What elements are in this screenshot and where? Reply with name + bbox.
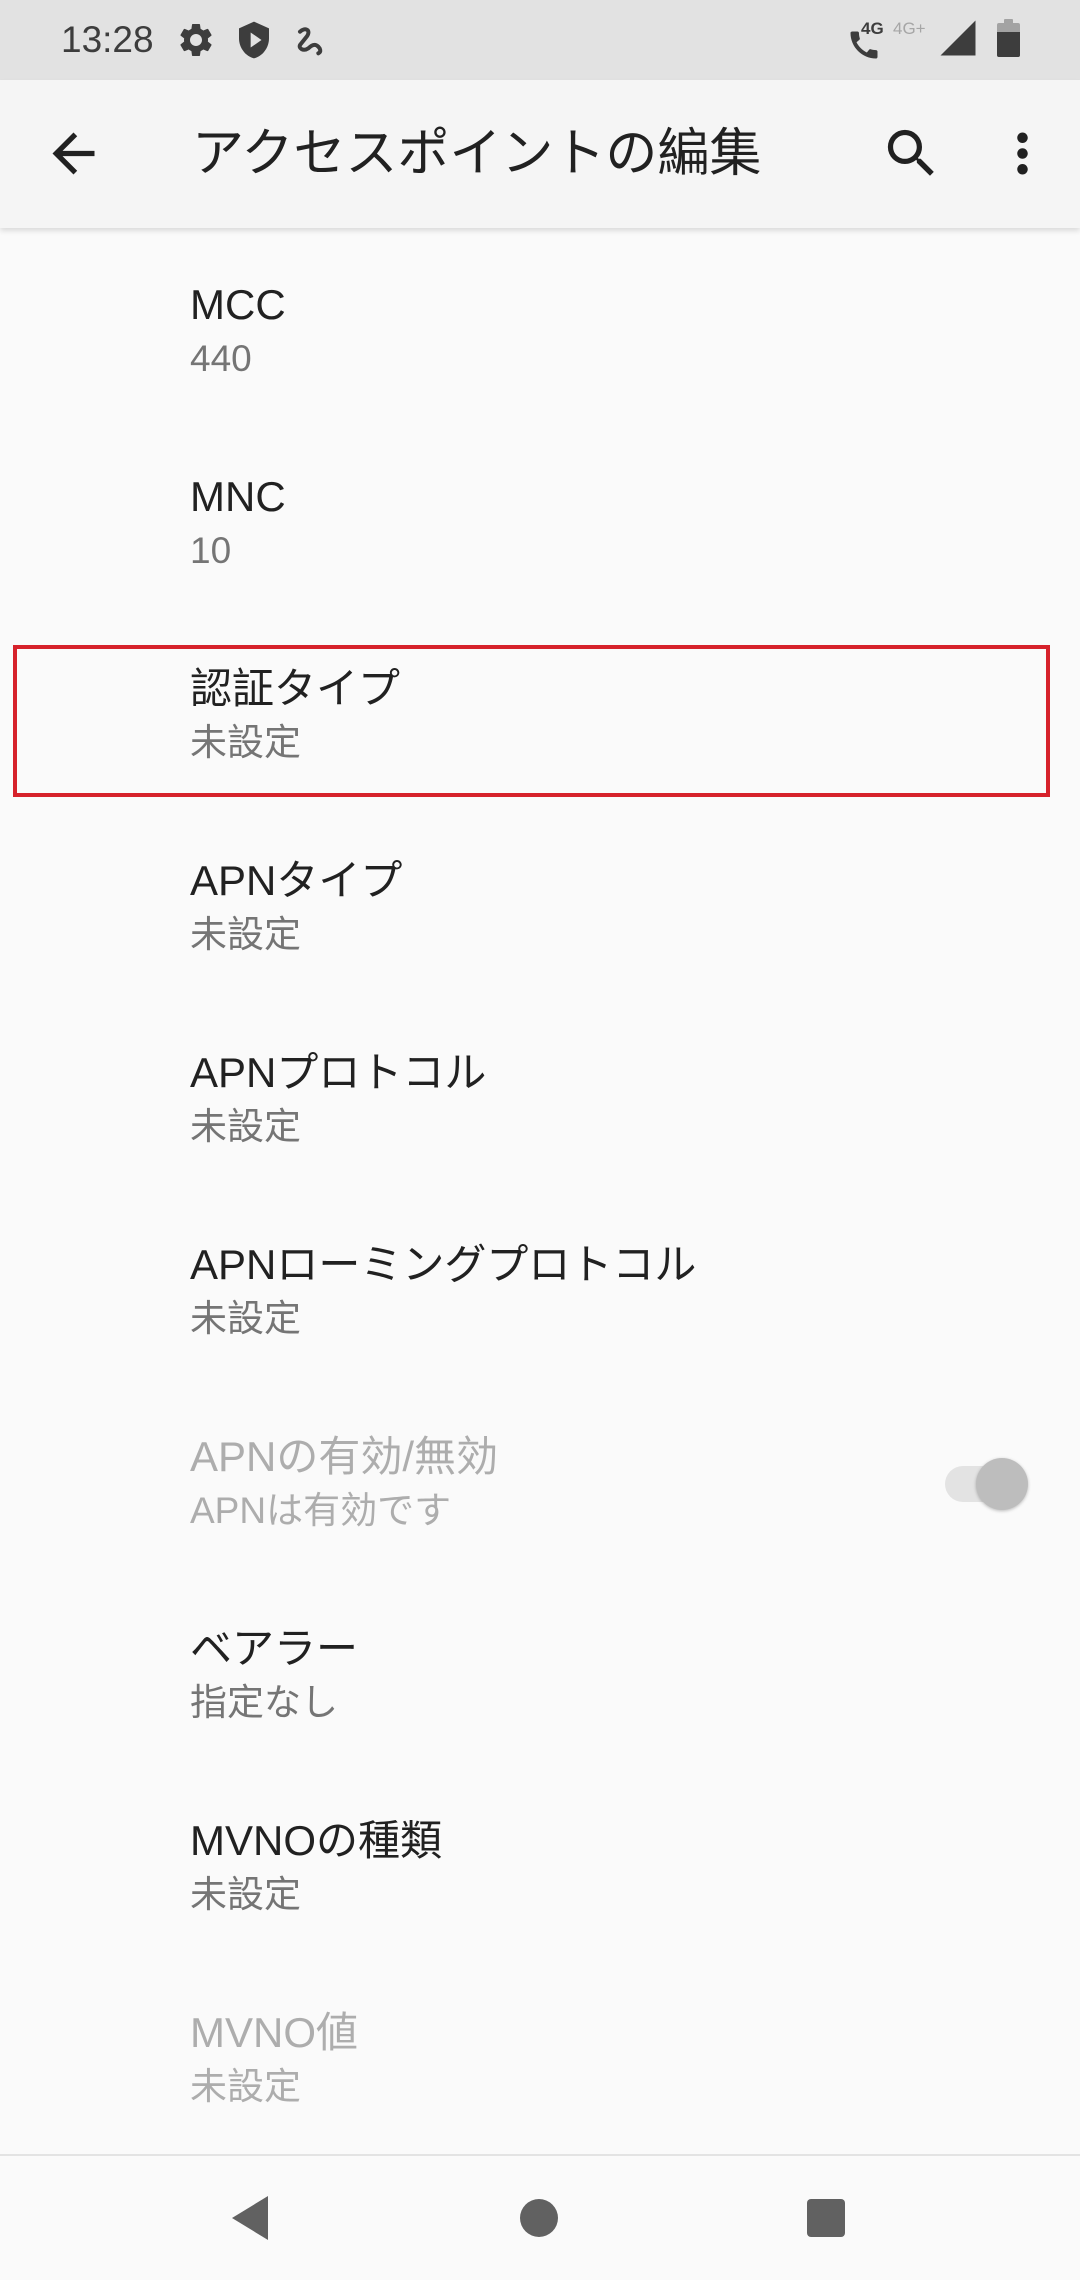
battery-body (997, 23, 1020, 57)
mvno-value-title: MVNO値 (190, 2009, 359, 2056)
mcc-title: MCC (190, 281, 286, 328)
nav-back-button[interactable] (180, 2156, 320, 2280)
more-vert-icon (1017, 132, 1028, 175)
pref-mvno-type[interactable]: MVNOの種類 未設定 (0, 1772, 1080, 1964)
search-button[interactable] (880, 122, 943, 185)
battery-icon (997, 19, 1020, 57)
signal-icon (937, 17, 979, 59)
apn-roaming-protocol-summary: 未設定 (190, 1298, 301, 1339)
app-bar: アクセスポイントの編集 (0, 80, 1080, 228)
pref-apn-protocol[interactable]: APNプロトコル 未設定 (0, 1004, 1080, 1196)
back-button[interactable] (42, 122, 105, 185)
pref-mnc[interactable]: MNC 10 (0, 428, 1080, 620)
pref-mcc[interactable]: MCC 440 (0, 236, 1080, 428)
apn-protocol-title: APNプロトコル (190, 1049, 487, 1096)
network-type-label: 4G+ (893, 19, 926, 38)
preference-list: MCC 440 MNC 10 認証タイプ 未設定 APNタイプ 未設定 APNプ… (0, 228, 1080, 2154)
apn-roaming-protocol-title: APNローミングプロトコル (190, 1241, 697, 1288)
squiggle-icon (290, 20, 330, 60)
bearer-summary: 指定なし (190, 1682, 338, 1723)
status-time: 13:28 (61, 19, 154, 60)
mvno-type-title: MVNOの種類 (190, 1817, 443, 1864)
gear-icon (176, 20, 216, 60)
auth-type-title: 認証タイプ (190, 665, 401, 712)
nav-back-icon (232, 2196, 268, 2240)
nav-home-icon (520, 2199, 558, 2237)
switch-thumb (976, 1458, 1028, 1510)
mnc-title: MNC (190, 473, 286, 520)
pref-mvno-value: MVNO値 未設定 (0, 1964, 1080, 2154)
pref-apn-roaming-protocol[interactable]: APNローミングプロトコル 未設定 (0, 1196, 1080, 1388)
arrow-back-icon (52, 132, 95, 175)
pref-bearer[interactable]: ベアラー 指定なし (0, 1580, 1080, 1772)
apn-protocol-summary: 未設定 (190, 1106, 301, 1147)
more-options-button[interactable] (991, 122, 1054, 185)
mvno-type-summary: 未設定 (190, 1874, 301, 1915)
mvno-value-summary: 未設定 (190, 2066, 301, 2107)
bearer-title: ベアラー (190, 1625, 359, 1672)
auth-type-summary: 未設定 (190, 722, 301, 763)
shield-play-icon (234, 20, 274, 60)
apn-type-title: APNタイプ (190, 857, 403, 904)
nav-recents-button[interactable] (756, 2156, 896, 2280)
volte-label: 4G (861, 19, 884, 38)
nav-home-button[interactable] (469, 2156, 609, 2280)
status-bar: 13:28 4G 4G+ (0, 0, 1080, 80)
mcc-summary: 440 (190, 338, 252, 379)
mnc-summary: 10 (190, 530, 232, 571)
search-icon (887, 129, 934, 176)
navigation-bar (0, 2154, 1080, 2280)
page-title: アクセスポイントの編集 (192, 125, 762, 183)
pref-apn-enable: APNの有効/無効 APNは有効です (0, 1388, 1080, 1580)
pref-apn-type[interactable]: APNタイプ 未設定 (0, 812, 1080, 1004)
battery-fill (997, 31, 1020, 57)
pref-auth-type[interactable]: 認証タイプ 未設定 (0, 620, 1080, 812)
nav-recents-icon (807, 2199, 845, 2237)
screen: 13:28 4G 4G+ アクセスポイントの編集 MCC 440 MNC 10 … (0, 0, 1080, 2280)
apn-enable-switch (945, 1458, 1028, 1510)
apn-type-summary: 未設定 (190, 914, 301, 955)
